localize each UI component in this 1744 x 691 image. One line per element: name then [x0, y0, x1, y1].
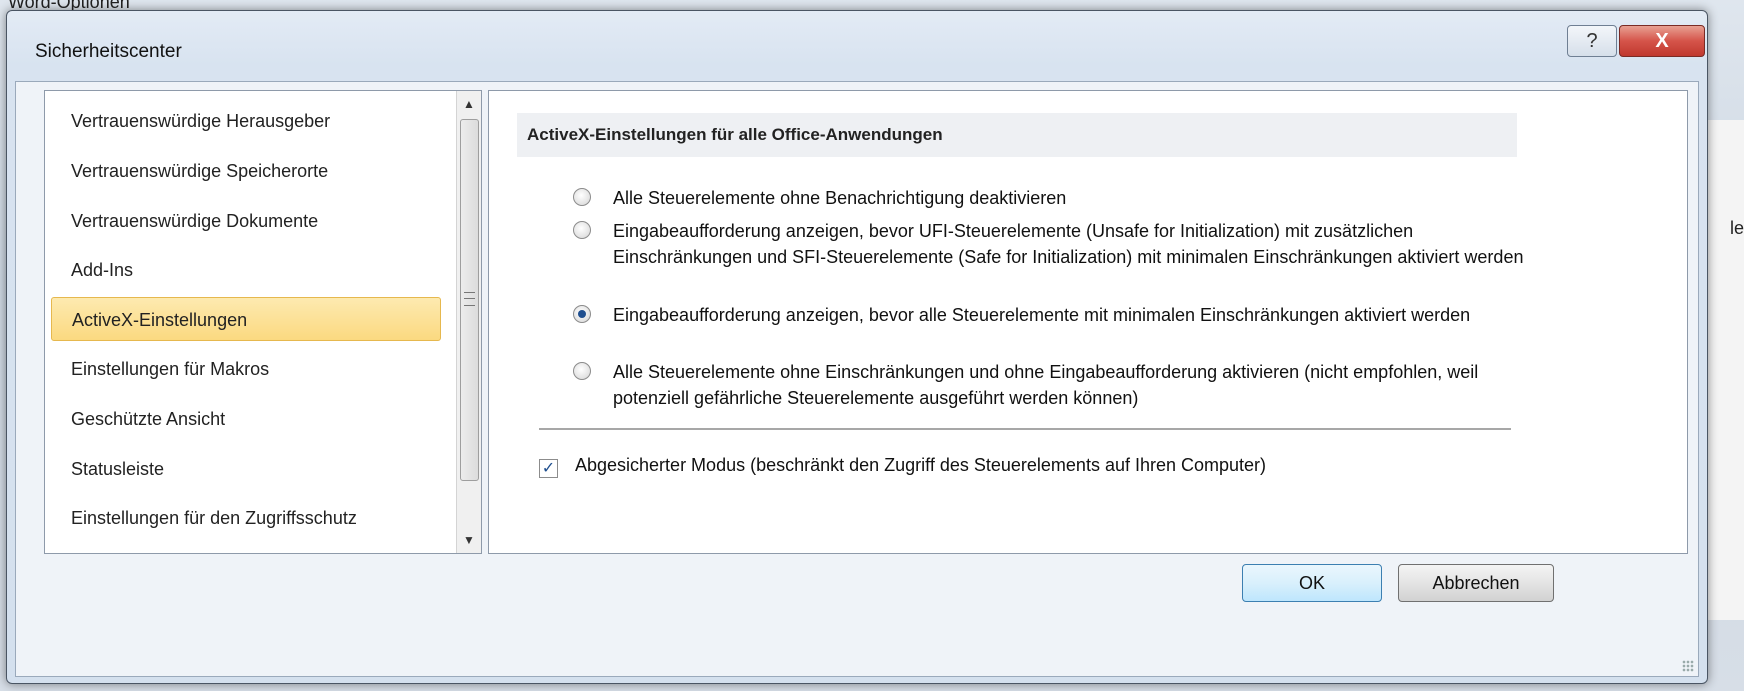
grip-icon: [464, 292, 475, 306]
nav-item-add-ins[interactable]: Add-Ins: [51, 248, 441, 292]
nav-item-trusted-publishers[interactable]: Vertrauenswürdige Herausgeber: [51, 99, 441, 143]
radio-button[interactable]: [573, 221, 591, 239]
dialog-client-area: Vertrauenswürdige Herausgeber Vertrauens…: [15, 81, 1699, 677]
option-label: Eingabeaufforderung anzeigen, bevor UFI-…: [613, 221, 1524, 267]
close-button[interactable]: X: [1619, 25, 1705, 57]
separator-line: [539, 428, 1511, 430]
safe-mode-checkbox[interactable]: ✓: [539, 459, 558, 478]
category-scrollbar[interactable]: ▲ ▼: [456, 91, 481, 553]
help-button[interactable]: ?: [1567, 25, 1617, 57]
nav-item-trusted-locations[interactable]: Vertrauenswürdige Speicherorte: [51, 149, 441, 193]
nav-item-protected-view[interactable]: Geschützte Ansicht: [51, 397, 441, 441]
option-label: Alle Steuerelemente ohne Einschränkungen…: [613, 362, 1479, 408]
safe-mode-label[interactable]: Abgesicherter Modus (beschränkt den Zugr…: [575, 455, 1266, 476]
background-document-strip: [1708, 120, 1744, 620]
ok-button[interactable]: OK: [1242, 564, 1382, 602]
resize-grip-icon[interactable]: [1682, 660, 1694, 672]
activex-settings-pane: ActiveX-Einstellungen für alle Office-An…: [488, 90, 1688, 554]
radio-button-selected[interactable]: [573, 305, 591, 323]
nav-item-macro-settings[interactable]: Einstellungen für Makros: [51, 347, 441, 391]
trust-center-dialog: Sicherheitscenter ? X Vertrauenswürdige …: [6, 10, 1708, 684]
section-header: ActiveX-Einstellungen für alle Office-An…: [517, 113, 1517, 157]
scroll-up-arrow-icon[interactable]: ▲: [457, 91, 481, 117]
scrollbar-thumb[interactable]: [460, 119, 479, 481]
nav-item-status-bar[interactable]: Statusleiste: [51, 447, 441, 491]
dialog-title: Sicherheitscenter: [35, 41, 182, 62]
radio-button[interactable]: [573, 362, 591, 380]
option-label: Alle Steuerelemente ohne Benachrichtigun…: [613, 188, 1067, 208]
radio-button[interactable]: [573, 188, 591, 206]
nav-item-access-protection[interactable]: Einstellungen für den Zugriffsschutz: [51, 496, 441, 540]
background-edge-text: le: [1730, 218, 1744, 238]
option-label: Eingabeaufforderung anzeigen, bevor alle…: [613, 305, 1471, 325]
cancel-button[interactable]: Abbrechen: [1398, 564, 1554, 602]
nav-item-activex-settings[interactable]: ActiveX-Einstellungen: [51, 297, 441, 341]
nav-item-trusted-documents[interactable]: Vertrauenswürdige Dokumente: [51, 199, 441, 243]
category-list: Vertrauenswürdige Herausgeber Vertrauens…: [44, 90, 482, 554]
scroll-down-arrow-icon[interactable]: ▼: [457, 527, 481, 553]
